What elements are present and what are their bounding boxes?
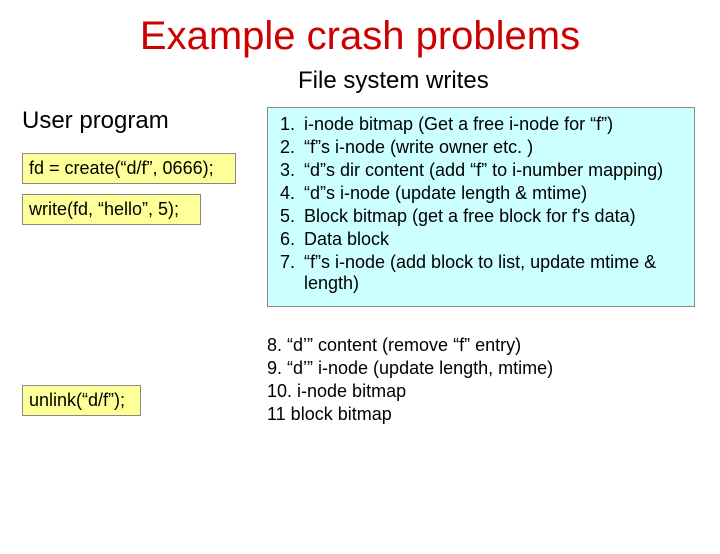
section-subtitle: File system writes <box>298 67 720 95</box>
code-write: write(fd, “hello”, 5); <box>22 194 201 225</box>
step-8: 8. “d’” content (remove “f” entry) <box>267 335 687 356</box>
step-4: “d”s i-node (update length & mtime) <box>300 183 686 204</box>
content-area: User program fd = create(“d/f”, 0666); w… <box>0 107 720 427</box>
code-unlink: unlink(“d/f”); <box>22 385 141 416</box>
step-7: “f”s i-node (add block to list, update m… <box>300 252 686 294</box>
user-program-heading: User program <box>22 107 257 135</box>
left-column: User program fd = create(“d/f”, 0666); w… <box>22 107 257 427</box>
unlink-steps: 8. “d’” content (remove “f” entry) 9. “d… <box>267 335 687 425</box>
fs-writes-box: i-node bitmap (Get a free i-node for “f”… <box>267 107 695 307</box>
step-1: i-node bitmap (Get a free i-node for “f”… <box>300 114 686 135</box>
code-create: fd = create(“d/f”, 0666); <box>22 153 236 184</box>
step-11: 11 block bitmap <box>267 404 687 425</box>
step-9: 9. “d’” i-node (update length, mtime) <box>267 358 687 379</box>
step-10: 10. i-node bitmap <box>267 381 687 402</box>
right-column: i-node bitmap (Get a free i-node for “f”… <box>257 107 698 427</box>
step-6: Data block <box>300 229 686 250</box>
step-5: Block bitmap (get a free block for f's d… <box>300 206 686 227</box>
slide-title: Example crash problems <box>0 14 720 59</box>
step-3: “d”s dir content (add “f” to i-number ma… <box>300 160 686 181</box>
step-2: “f”s i-node (write owner etc. ) <box>300 137 686 158</box>
